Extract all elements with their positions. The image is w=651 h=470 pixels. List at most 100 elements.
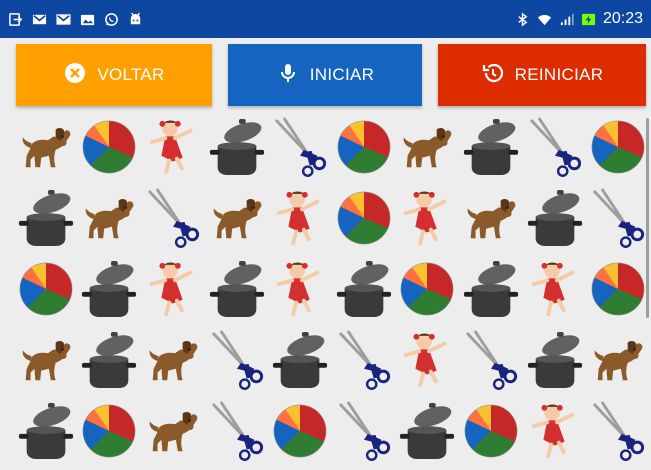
- dog-icon: [17, 327, 75, 398]
- ball-icon: [80, 398, 138, 469]
- ball-card[interactable]: [459, 398, 523, 469]
- scissors-card[interactable]: [141, 185, 205, 256]
- scissors-icon: [208, 398, 266, 469]
- ball-icon: [589, 256, 647, 327]
- ball-card[interactable]: [586, 114, 650, 185]
- picture-grid: [14, 114, 650, 470]
- dog-card[interactable]: [14, 327, 78, 398]
- pot-card[interactable]: [523, 327, 587, 398]
- gallery-icon: [80, 12, 95, 27]
- doll-card[interactable]: [396, 327, 460, 398]
- dog-card[interactable]: [141, 398, 205, 469]
- doll-card[interactable]: [523, 398, 587, 469]
- scissors-icon: [335, 398, 393, 469]
- scissors-card[interactable]: [205, 327, 269, 398]
- pot-icon: [80, 256, 138, 327]
- pot-card[interactable]: [78, 256, 142, 327]
- gmail-icon: [32, 12, 47, 27]
- pot-card[interactable]: [14, 185, 78, 256]
- status-bar: 20:23: [0, 0, 651, 38]
- dog-card[interactable]: [78, 185, 142, 256]
- scissors-card[interactable]: [586, 398, 650, 469]
- dog-card[interactable]: [396, 114, 460, 185]
- scissors-icon: [335, 327, 393, 398]
- doll-icon: [271, 185, 329, 256]
- doll-icon: [398, 327, 456, 398]
- pot-card[interactable]: [396, 398, 460, 469]
- doll-icon: [271, 256, 329, 327]
- bluetooth-icon: [515, 11, 530, 27]
- scissors-card[interactable]: [586, 185, 650, 256]
- pot-icon: [208, 114, 266, 185]
- action-bar: VOLTAR INICIAR REINICIAR: [16, 44, 646, 108]
- pot-card[interactable]: [205, 114, 269, 185]
- doll-icon: [144, 114, 202, 185]
- ball-card[interactable]: [586, 256, 650, 327]
- doll-card[interactable]: [396, 185, 460, 256]
- ball-icon: [271, 398, 329, 469]
- scissors-icon: [144, 185, 202, 256]
- ball-card[interactable]: [78, 114, 142, 185]
- pot-icon: [17, 185, 75, 256]
- scissors-card[interactable]: [523, 114, 587, 185]
- ball-card[interactable]: [14, 256, 78, 327]
- doll-card[interactable]: [141, 114, 205, 185]
- scissors-card[interactable]: [332, 327, 396, 398]
- ball-card[interactable]: [332, 114, 396, 185]
- scrollbar[interactable]: [646, 118, 649, 318]
- dog-card[interactable]: [205, 185, 269, 256]
- scissors-icon: [526, 114, 584, 185]
- gmail-icon: [56, 12, 71, 27]
- ball-card[interactable]: [332, 185, 396, 256]
- ball-card[interactable]: [396, 256, 460, 327]
- dog-card[interactable]: [459, 185, 523, 256]
- ball-icon: [462, 398, 520, 469]
- doll-card[interactable]: [141, 256, 205, 327]
- pot-card[interactable]: [459, 256, 523, 327]
- scissors-icon: [589, 398, 647, 469]
- doll-card[interactable]: [268, 185, 332, 256]
- reiniciar-button[interactable]: REINICIAR: [438, 44, 646, 106]
- voltar-label: VOLTAR: [97, 65, 165, 84]
- ball-icon: [589, 114, 647, 185]
- scissors-card[interactable]: [268, 114, 332, 185]
- doll-card[interactable]: [268, 256, 332, 327]
- pot-card[interactable]: [78, 327, 142, 398]
- pot-card[interactable]: [268, 327, 332, 398]
- wifi-icon: [537, 12, 552, 27]
- dog-icon: [589, 327, 647, 398]
- ball-icon: [398, 256, 456, 327]
- dog-icon: [462, 185, 520, 256]
- dog-icon: [80, 185, 138, 256]
- scissors-card[interactable]: [205, 398, 269, 469]
- doll-icon: [526, 398, 584, 469]
- dog-card[interactable]: [586, 327, 650, 398]
- scissors-card[interactable]: [332, 398, 396, 469]
- dog-card[interactable]: [14, 114, 78, 185]
- screen-cast-icon: [8, 12, 23, 27]
- doll-icon: [144, 256, 202, 327]
- clock: 20:23: [602, 10, 643, 27]
- pot-icon: [208, 256, 266, 327]
- iniciar-button[interactable]: INICIAR: [228, 44, 422, 106]
- pot-card[interactable]: [14, 398, 78, 469]
- pot-card[interactable]: [205, 256, 269, 327]
- ball-icon: [335, 185, 393, 256]
- pot-icon: [271, 327, 329, 398]
- pot-card[interactable]: [332, 256, 396, 327]
- scissors-icon: [589, 185, 647, 256]
- ball-card[interactable]: [78, 398, 142, 469]
- battery-charging-icon: [581, 12, 596, 27]
- doll-card[interactable]: [523, 256, 587, 327]
- dog-card[interactable]: [141, 327, 205, 398]
- pot-card[interactable]: [459, 114, 523, 185]
- whatsapp-icon: [104, 12, 119, 27]
- doll-icon: [526, 256, 584, 327]
- pot-card[interactable]: [523, 185, 587, 256]
- system-icons: 20:23: [515, 10, 643, 28]
- scissors-card[interactable]: [459, 327, 523, 398]
- scissors-icon: [271, 114, 329, 185]
- voltar-button[interactable]: VOLTAR: [16, 44, 212, 106]
- ball-card[interactable]: [268, 398, 332, 469]
- android-icon: [128, 12, 143, 27]
